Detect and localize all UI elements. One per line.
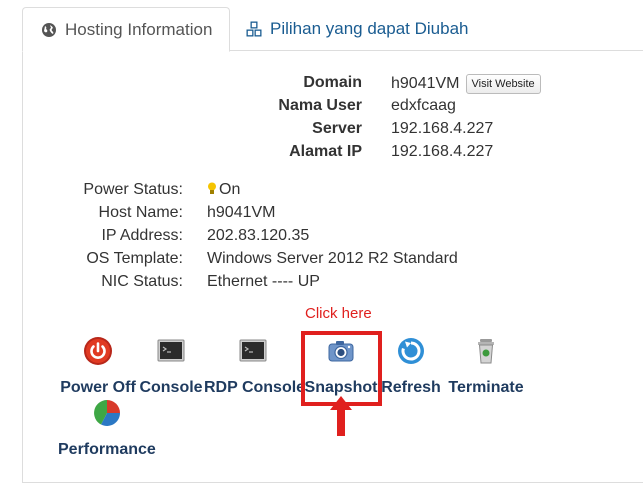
hosting-label: Server bbox=[312, 120, 362, 137]
vm-value: Windows Server 2012 R2 Standard bbox=[207, 250, 458, 267]
terminal-icon bbox=[239, 339, 267, 362]
performance-button[interactable]: Performance bbox=[58, 398, 162, 459]
vm-label: OS Template: bbox=[86, 250, 183, 267]
power-off-button[interactable]: Power Off bbox=[58, 336, 138, 397]
vm-label: Host Name: bbox=[98, 204, 183, 221]
globe-icon bbox=[42, 22, 56, 37]
tab-pilihan-label: Pilihan yang dapat Diubah bbox=[270, 19, 469, 38]
performance-label: Performance bbox=[58, 441, 156, 458]
vm-row-host-name: Host Name: h9041VM bbox=[0, 204, 643, 227]
vm-label: IP Address: bbox=[101, 227, 183, 244]
vm-value: 202.83.120.35 bbox=[207, 227, 310, 244]
power-status-value: On bbox=[219, 181, 241, 198]
rdp-console-label: RDP Console bbox=[204, 379, 306, 396]
power-icon bbox=[84, 337, 112, 365]
hosting-row-nama-user: Nama User edxfcaag bbox=[0, 97, 643, 121]
visit-website-button[interactable]: Visit Website bbox=[465, 74, 541, 94]
refresh-label: Refresh bbox=[381, 379, 441, 396]
hosting-label: Domain bbox=[303, 74, 362, 91]
trash-icon bbox=[478, 339, 494, 364]
power-off-label: Power Off bbox=[60, 379, 136, 396]
tab-bar: Hosting Information Pilihan yang dapat D… bbox=[22, 0, 643, 52]
vm-row-ip-address: IP Address: 202.83.120.35 bbox=[0, 227, 643, 250]
hosting-label: Alamat IP bbox=[289, 143, 362, 160]
arrow-up-icon bbox=[330, 396, 352, 436]
terminate-label: Terminate bbox=[448, 379, 524, 396]
console-label: Console bbox=[139, 379, 203, 396]
hosting-value: h9041VM Visit Website bbox=[391, 74, 541, 94]
vm-row-nic-status: NIC Status: Ethernet ---- UP bbox=[0, 273, 643, 296]
terminal-icon bbox=[157, 339, 185, 362]
hosting-row-alamat-ip: Alamat IP 192.168.4.227 bbox=[0, 143, 643, 167]
pie-chart-icon bbox=[94, 400, 120, 426]
vm-label: NIC Status: bbox=[101, 273, 183, 290]
domain-value: h9041VM bbox=[391, 75, 460, 92]
terminate-button[interactable]: Terminate bbox=[444, 336, 528, 397]
tab-pilihan-yang-dapat-diubah[interactable]: Pilihan yang dapat Diubah bbox=[246, 7, 468, 51]
tab-hosting-information-label: Hosting Information bbox=[65, 19, 213, 39]
console-button[interactable]: Console bbox=[139, 336, 203, 397]
tab-hosting-information[interactable]: Hosting Information bbox=[22, 7, 230, 52]
vm-value: Ethernet ---- UP bbox=[207, 273, 320, 290]
cubes-icon bbox=[246, 21, 262, 37]
hosting-label: Nama User bbox=[278, 97, 362, 114]
click-here-annotation: Click here bbox=[305, 305, 372, 322]
vm-value: On bbox=[207, 181, 240, 199]
rdp-console-button[interactable]: RDP Console bbox=[204, 336, 306, 397]
hosting-value: 192.168.4.227 bbox=[391, 143, 494, 160]
hosting-row-server: Server 192.168.4.227 bbox=[0, 120, 643, 144]
lightbulb-icon bbox=[208, 182, 216, 194]
hosting-value: 192.168.4.227 bbox=[391, 120, 494, 137]
vm-row-power-status: Power Status: On bbox=[0, 181, 643, 204]
vm-row-os-template: OS Template: Windows Server 2012 R2 Stan… bbox=[0, 250, 643, 273]
vm-label: Power Status: bbox=[83, 181, 183, 198]
snapshot-highlight-box bbox=[301, 331, 382, 406]
hosting-row-domain: Domain h9041VM Visit Website bbox=[0, 74, 643, 98]
hosting-value: edxfcaag bbox=[391, 97, 456, 114]
refresh-button[interactable]: Refresh bbox=[380, 336, 442, 397]
refresh-icon bbox=[398, 338, 424, 364]
vm-value: h9041VM bbox=[207, 204, 276, 221]
